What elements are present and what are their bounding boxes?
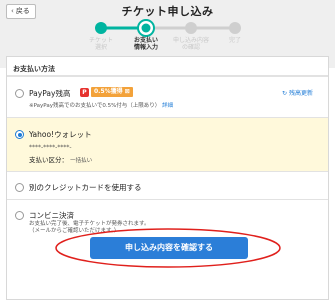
step-3-label: 申し込み内容 の確認 xyxy=(172,37,209,51)
payment-panel: お支払い方法 PayPay残高 P 0.5%獲得 ⊠ ↻ 残高更新 ※PayPa… xyxy=(6,56,329,300)
step-3-dot xyxy=(185,22,197,34)
step-4-label: 完了 xyxy=(228,37,241,44)
step-1-dot xyxy=(95,22,107,34)
step-2-label: お支払い 情報入力 xyxy=(133,37,158,51)
step-4-dot xyxy=(229,22,241,34)
annotation-circle xyxy=(55,228,281,268)
step-1-label: チケット 選択 xyxy=(88,37,113,51)
page-title: チケット申し込み xyxy=(121,5,214,18)
progress-track xyxy=(95,19,241,37)
